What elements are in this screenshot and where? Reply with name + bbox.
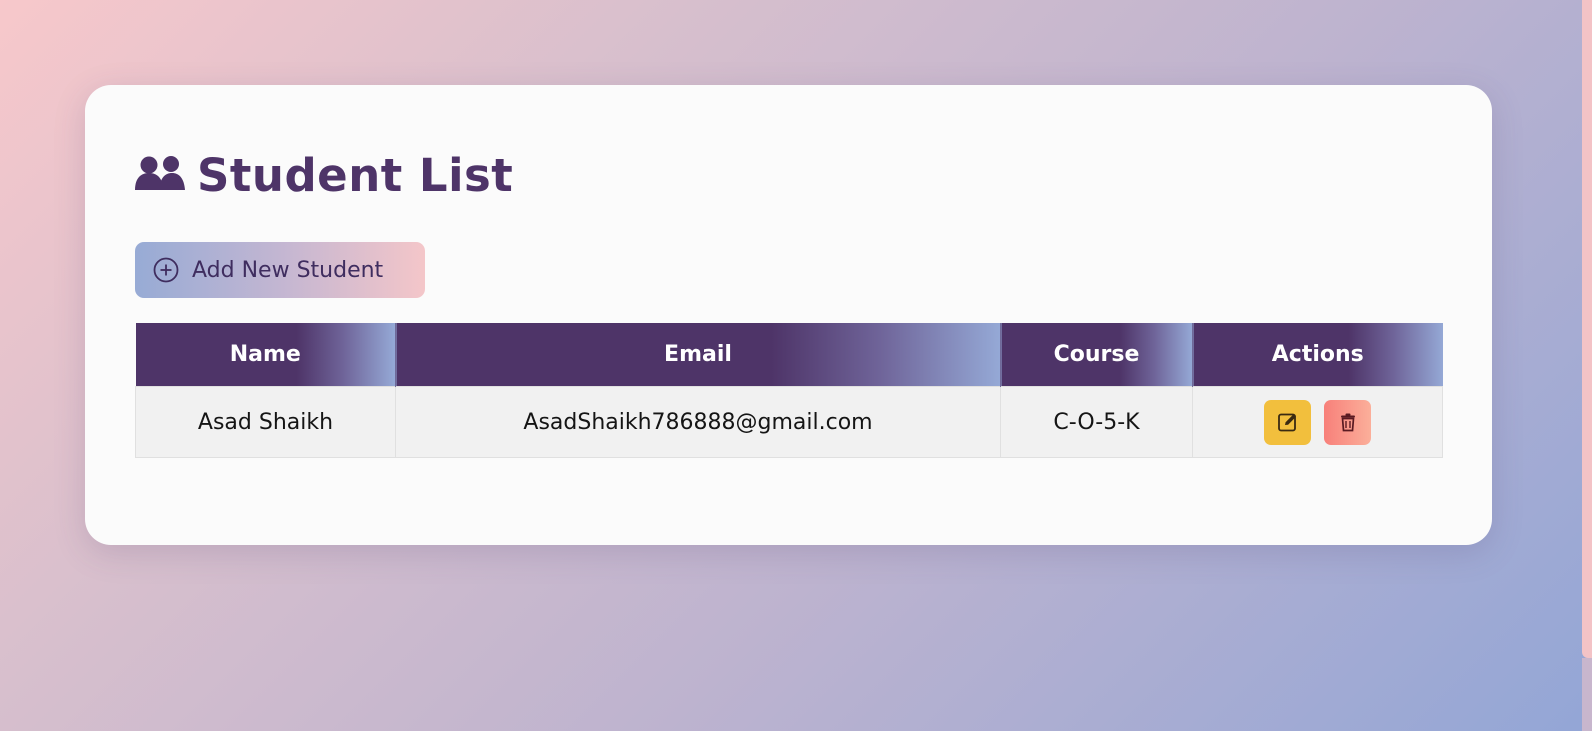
column-header-name: Name	[135, 323, 396, 387]
scrollbar-track-lower	[1582, 658, 1592, 731]
page-title: Student List	[197, 148, 514, 202]
row-actions	[1193, 399, 1442, 445]
student-list-card: Student List Add New Student Name Email …	[85, 85, 1492, 545]
table-row: Asad Shaikh AsadShaikh786888@gmail.com C…	[135, 386, 1443, 458]
student-course-cell: C-O-5-K	[1000, 386, 1193, 458]
student-actions-cell	[1192, 386, 1443, 458]
add-student-label: Add New Student	[192, 257, 384, 283]
students-table: Name Email Course Actions Asad Shaikh As…	[135, 323, 1443, 458]
edit-button[interactable]	[1264, 399, 1311, 445]
scrollbar-thumb[interactable]	[1582, 0, 1592, 658]
delete-button[interactable]	[1324, 399, 1371, 445]
add-student-button[interactable]: Add New Student	[135, 242, 425, 298]
column-header-email: Email	[395, 323, 1001, 387]
table-header-row: Name Email Course Actions	[135, 323, 1443, 387]
page-header: Student List	[135, 147, 513, 203]
student-email-cell: AsadShaikh786888@gmail.com	[395, 386, 1001, 458]
column-header-actions: Actions	[1192, 323, 1443, 387]
edit-icon	[1277, 411, 1299, 433]
student-name-cell: Asad Shaikh	[135, 386, 396, 458]
column-header-course: Course	[1000, 323, 1193, 387]
scrollbar[interactable]	[1582, 0, 1592, 731]
plus-circle-icon	[153, 257, 179, 283]
trash-icon	[1337, 411, 1359, 433]
users-icon	[135, 155, 185, 195]
